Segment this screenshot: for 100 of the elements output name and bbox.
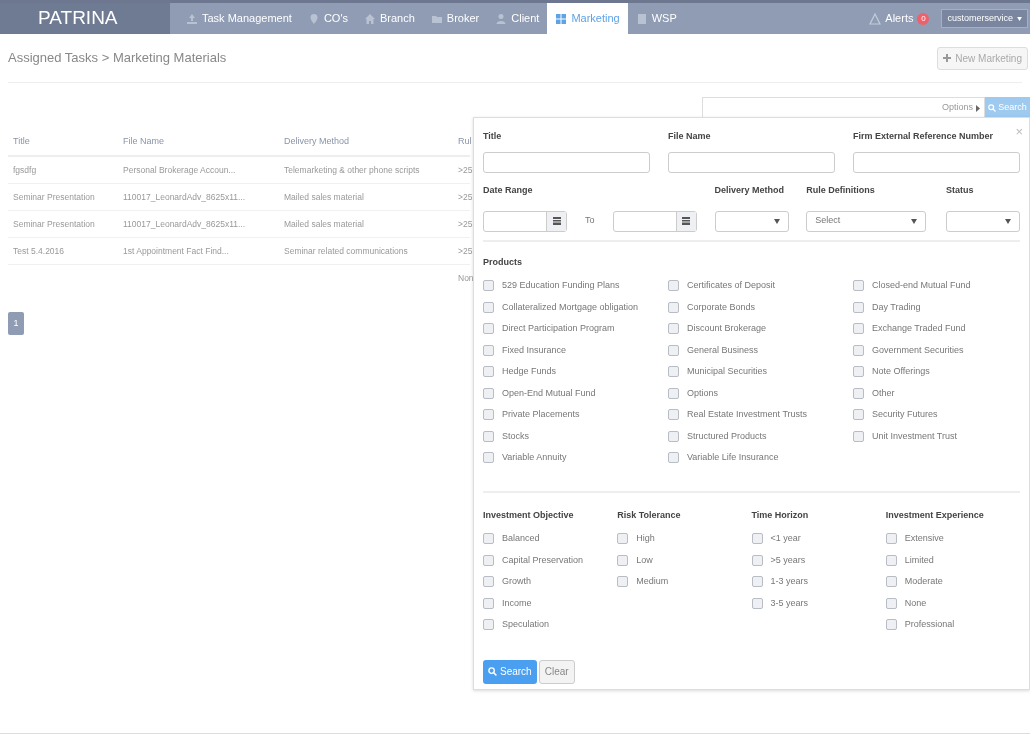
table-cell-text: fgsdfg	[12, 163, 38, 177]
nav-tab[interactable]: Task Management	[178, 3, 300, 34]
checkbox[interactable]	[483, 452, 494, 464]
breadcrumb: Assigned Tasks > Marketing Materials	[8, 49, 227, 68]
checkbox[interactable]	[483, 409, 494, 421]
alerts-link[interactable]: Alerts 0	[869, 10, 930, 27]
checkbox[interactable]	[617, 533, 629, 545]
checkbox[interactable]	[483, 619, 494, 631]
checkbox-label: Limited	[904, 553, 934, 567]
checkbox[interactable]	[483, 387, 494, 399]
nav-tab[interactable]: WSP	[627, 3, 685, 34]
table-cell-text: 110017_LeonardAdv_8625x11...	[122, 190, 247, 204]
checkbox[interactable]	[483, 430, 494, 442]
checkbox-label: Variable Annuity	[502, 451, 567, 464]
user-menu-button[interactable]: customerservice	[941, 9, 1028, 28]
checkbox[interactable]	[853, 280, 864, 292]
checkbox[interactable]	[483, 323, 494, 335]
checkbox-label: <1 year	[770, 532, 801, 545]
checkbox-label: Security Futures	[872, 408, 938, 421]
checkbox[interactable]	[617, 576, 629, 588]
logo: PATRINA	[0, 3, 170, 34]
nav-tab[interactable]: Broker	[422, 3, 488, 34]
select-field[interactable]	[946, 210, 1020, 232]
checkbox[interactable]	[751, 554, 763, 566]
checkbox[interactable]	[853, 366, 864, 378]
file-name-field[interactable]	[668, 151, 835, 173]
checkbox-label: Professional	[904, 618, 955, 631]
grid-icon	[555, 12, 568, 25]
checkbox[interactable]	[483, 554, 494, 566]
checkbox-label: Government Securities	[872, 343, 964, 357]
checkbox[interactable]	[483, 597, 494, 609]
plus-icon	[943, 54, 952, 62]
checkbox[interactable]	[885, 533, 897, 545]
checkbox[interactable]	[853, 344, 864, 356]
checkbox-label: Extensive	[904, 532, 944, 545]
checkbox[interactable]	[483, 533, 494, 545]
checkbox[interactable]	[617, 554, 629, 566]
checkbox[interactable]	[668, 366, 679, 378]
caret-icon	[773, 218, 780, 224]
checkbox[interactable]	[853, 301, 864, 313]
checkbox-label: Income	[502, 596, 532, 610]
checkbox-label: Certificates of Deposit	[687, 279, 776, 292]
page-button[interactable]: 1	[8, 312, 24, 335]
checkbox[interactable]	[885, 576, 897, 588]
checkbox[interactable]	[853, 430, 864, 442]
reference-number-field[interactable]	[853, 151, 1020, 173]
new-marketing-button[interactable]: New Marketing	[937, 46, 1028, 70]
search-button[interactable]: Search	[985, 97, 1030, 119]
options-toggle[interactable]: Options	[941, 101, 980, 115]
checkbox[interactable]	[483, 366, 494, 378]
checkbox-label: Fixed Insurance	[502, 343, 567, 357]
checkbox[interactable]	[751, 533, 763, 545]
checkbox[interactable]	[483, 344, 494, 356]
checkbox[interactable]	[668, 430, 679, 442]
column-header: Delivery Method	[283, 135, 351, 149]
checkbox[interactable]	[853, 409, 864, 421]
checkbox-label: >5 years	[770, 553, 806, 567]
table-cell-text: Mailed sales material	[283, 190, 365, 204]
field-label: Rule Definitions	[806, 184, 875, 197]
checkbox[interactable]	[668, 409, 679, 421]
checkbox[interactable]	[853, 323, 864, 335]
checkbox[interactable]	[668, 344, 679, 356]
checkbox[interactable]	[885, 554, 897, 566]
table-cell-text: >25	[457, 244, 474, 258]
checkbox[interactable]	[668, 323, 679, 335]
nav-tab[interactable]: Branch	[356, 3, 423, 34]
checkbox[interactable]	[751, 576, 763, 588]
checkbox[interactable]	[668, 452, 679, 464]
checkbox[interactable]	[853, 387, 864, 399]
checkbox[interactable]	[483, 576, 494, 588]
checkbox[interactable]	[668, 280, 679, 292]
checkbox-label: Other	[872, 386, 895, 400]
checkbox[interactable]	[668, 301, 679, 313]
date-field[interactable]	[612, 210, 697, 232]
title-field[interactable]	[483, 151, 650, 173]
checkbox[interactable]	[885, 597, 897, 609]
checkbox-label: Direct Participation Program	[502, 322, 615, 335]
checkbox-label: None	[904, 596, 927, 610]
checkbox-label: Private Placements	[502, 408, 580, 421]
checkbox[interactable]	[885, 619, 897, 631]
calendar-icon	[552, 217, 561, 225]
checkbox-label: 529 Education Funding Plans	[502, 279, 620, 292]
section-title: Investment Objective	[483, 508, 574, 522]
chevron-right-icon	[975, 104, 980, 112]
table-cell-text: >25	[457, 217, 474, 231]
select-field[interactable]	[714, 210, 789, 232]
date-field[interactable]	[483, 210, 567, 232]
nav-tab[interactable]: Marketing	[547, 3, 628, 34]
search-button[interactable]: Search	[483, 659, 537, 684]
calendar-icon	[682, 217, 690, 225]
nav-tab[interactable]: Client	[487, 3, 548, 34]
checkbox[interactable]	[483, 301, 494, 313]
nav-tab[interactable]: CO's	[299, 3, 356, 34]
checkbox[interactable]	[751, 597, 763, 609]
checkbox[interactable]	[483, 280, 494, 292]
close-button[interactable]: ×	[1015, 122, 1023, 142]
checkbox[interactable]	[668, 387, 679, 399]
warning-icon	[869, 12, 882, 25]
select-field[interactable]: Select	[806, 210, 927, 232]
clear-button[interactable]: Clear	[538, 659, 575, 684]
